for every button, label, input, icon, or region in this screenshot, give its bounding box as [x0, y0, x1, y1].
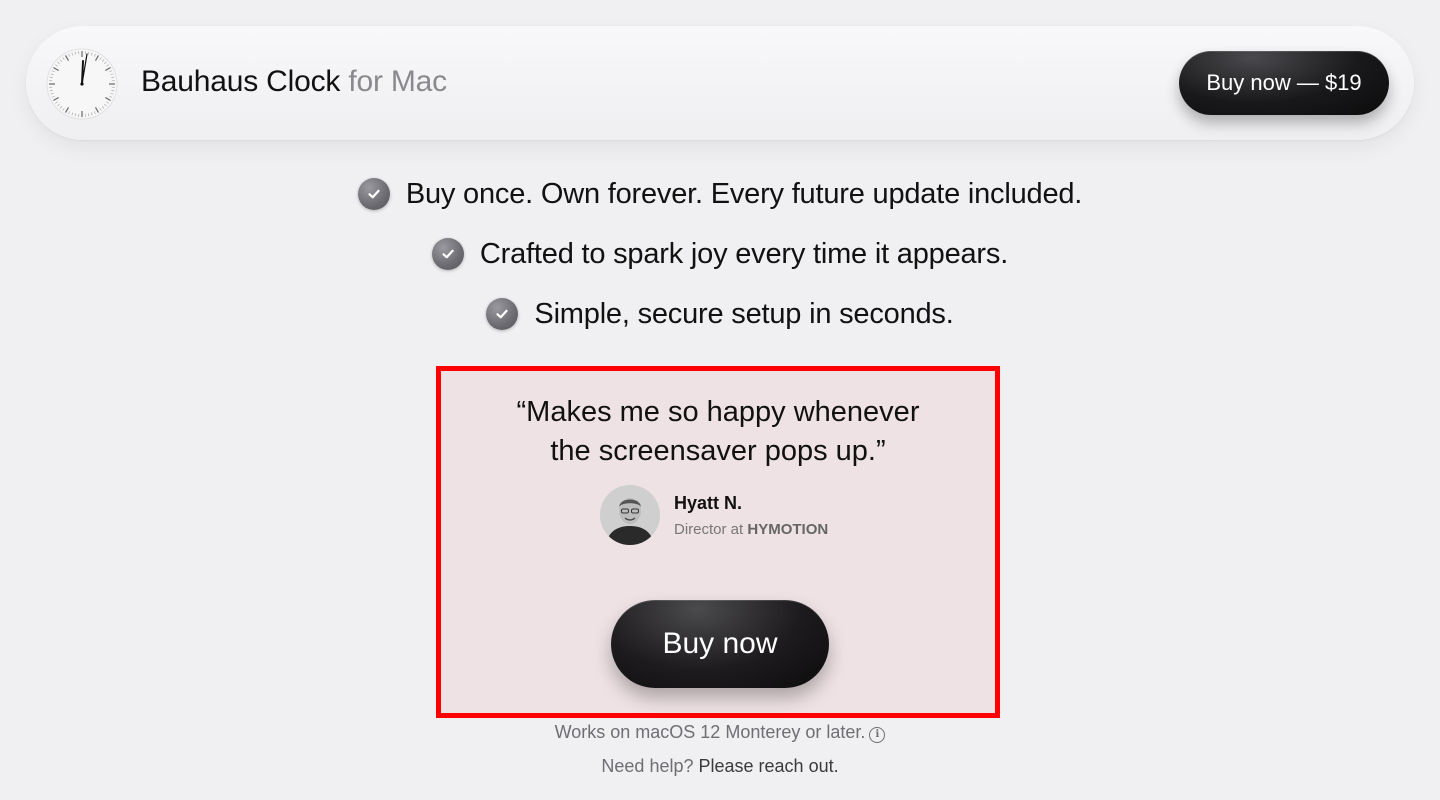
help-prefix: Need help? — [601, 756, 694, 776]
feature-text: Crafted to spark joy every time it appea… — [479, 237, 1009, 270]
testimonial-author: Hyatt N. Director at HYMOTION — [600, 483, 828, 547]
header-buy-button[interactable]: Buy now — $19 — [1179, 51, 1389, 115]
testimonial-card: “Makes me so happy whenever the screensa… — [436, 366, 1000, 718]
feature-list: Buy once. Own forever. Every future upda… — [0, 164, 1440, 344]
checkmark-icon — [431, 238, 464, 270]
testimonial-quote: “Makes me so happy whenever the screensa… — [441, 393, 995, 471]
contact-link[interactable]: Please reach out. — [699, 756, 839, 776]
avatar — [600, 485, 660, 545]
author-company: HYMOTION — [747, 520, 829, 538]
checkmark-icon — [357, 178, 390, 210]
author-name: Hyatt N. — [674, 492, 743, 513]
author-role: Director at HYMOTION — [674, 521, 828, 538]
buy-now-button[interactable]: Buy now — [611, 600, 829, 688]
info-icon[interactable]: i — [869, 727, 886, 743]
feature-item: Crafted to spark joy every time it appea… — [0, 224, 1440, 284]
feature-text: Buy once. Own forever. Every future upda… — [405, 177, 1083, 210]
system-requirements: Works on macOS 12 Monterey or later. i — [0, 722, 1440, 743]
checkmark-icon — [486, 298, 519, 330]
app-name: Bauhaus Clock — [141, 65, 341, 98]
quote-line: the screensaver pops up.” — [550, 435, 886, 467]
clock-icon[interactable] — [46, 48, 118, 120]
platform-suffix: for Mac — [348, 65, 447, 98]
feature-text: Simple, secure setup in seconds. — [534, 297, 954, 330]
help-line: Need help? Please reach out. — [0, 756, 1440, 777]
feature-item: Simple, secure setup in seconds. — [0, 284, 1440, 344]
feature-item: Buy once. Own forever. Every future upda… — [0, 164, 1440, 224]
author-role-prefix: Director at — [674, 520, 744, 538]
app-title: Bauhaus Clock for Mac — [141, 65, 447, 99]
header-bar: Bauhaus Clock for Mac Buy now — $19 — [26, 26, 1414, 140]
requirements-text: Works on macOS 12 Monterey or later. — [554, 722, 866, 742]
quote-line: “Makes me so happy whenever — [516, 396, 920, 428]
